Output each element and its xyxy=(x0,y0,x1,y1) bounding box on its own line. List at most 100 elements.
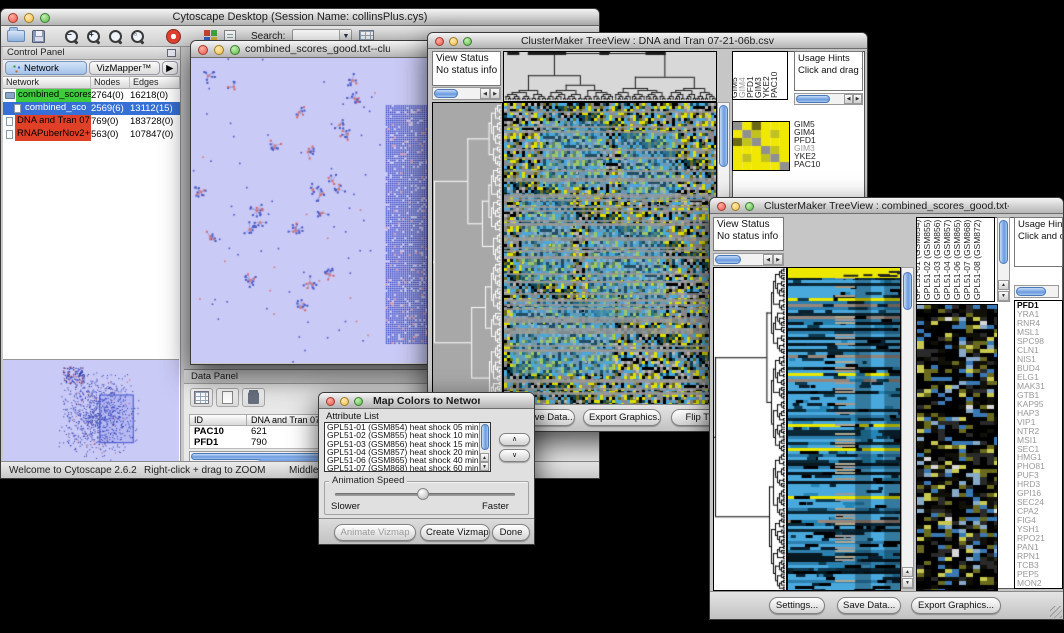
minimize-icon[interactable] xyxy=(731,202,740,211)
new-attribute-button[interactable] xyxy=(216,388,239,407)
scroll-right-icon[interactable]: ▶ xyxy=(853,94,862,104)
scroll-left-icon[interactable]: ◀ xyxy=(844,94,853,104)
minimize-icon[interactable] xyxy=(340,397,349,406)
tv1-row-dendrogram[interactable] xyxy=(432,102,503,406)
float-panel-icon[interactable] xyxy=(167,49,176,57)
network-tab-icon xyxy=(12,64,21,73)
tv1-column-dendrogram[interactable] xyxy=(503,51,717,102)
tv2-usage-hints: Usage HintsClick and drag xyxy=(1014,217,1063,267)
network-row[interactable]: DNA and Tran 07769(0)183728(0) xyxy=(3,115,180,128)
create-vizmap-button[interactable]: Create Vizmap xyxy=(420,524,490,541)
close-icon[interactable] xyxy=(8,13,18,23)
tv2-status-hscroll[interactable]: ◀ ▶ xyxy=(713,253,784,266)
tv2-vscroll[interactable]: ▲ ▼ xyxy=(901,267,914,589)
tab-network[interactable]: Network xyxy=(5,61,87,75)
zoom-fit-icon[interactable]: ▫ xyxy=(130,29,145,44)
main-titlebar[interactable]: Cytoscape Desktop (Session Name: collins… xyxy=(1,9,599,26)
network-row[interactable]: combined_scores2764(0)16218(0) xyxy=(3,89,180,102)
zoom-selected-icon[interactable] xyxy=(108,29,123,44)
attribute-table-button[interactable] xyxy=(190,388,213,407)
speed-slider-thumb[interactable] xyxy=(417,488,429,500)
col-label: GPL51-03 (GSM856) xyxy=(933,220,942,300)
gene-label[interactable]: MON2 xyxy=(1015,579,1062,588)
move-down-button[interactable]: ∨ xyxy=(499,449,530,462)
col-label: GPL51-08 (GSM872) xyxy=(973,220,982,300)
minimize-icon[interactable] xyxy=(449,37,458,46)
document-icon xyxy=(222,391,233,404)
save-data-button[interactable]: Save Data... xyxy=(837,597,901,614)
delete-attribute-button[interactable] xyxy=(242,388,265,407)
tv1-correlation-matrix[interactable] xyxy=(732,121,790,171)
tab-vizmapper[interactable]: VizMapper™ xyxy=(89,61,160,75)
scroll-left-icon[interactable]: ◀ xyxy=(763,254,773,265)
control-panel-header: Control Panel xyxy=(3,47,180,60)
settings-button[interactable]: Settings... xyxy=(769,597,825,614)
network-table: combined_scores2764(0)16218(0)combined_s… xyxy=(3,89,180,141)
zoom-window-icon[interactable] xyxy=(745,202,754,211)
dialog-footer: Animate VizmapCreate VizmapDone xyxy=(319,518,534,544)
tab-more-button[interactable]: ▶ xyxy=(162,61,178,75)
zoom-window-icon[interactable] xyxy=(354,397,363,406)
tv1-status-hscroll[interactable]: ◀ ▶ xyxy=(432,87,501,100)
tv2-gene-list: PFD1YRA1RNR4MSL1SPC98CLN1NIS1BUD4ELG1MAK… xyxy=(1014,300,1063,589)
main-window-title: Cytoscape Desktop (Session Name: collins… xyxy=(55,11,545,23)
network-overview-thumbnail[interactable] xyxy=(3,359,179,466)
export-graphics-button[interactable]: Export Graphics... xyxy=(911,597,1001,614)
tv2-zoom-heatmap[interactable] xyxy=(916,304,998,591)
minimize-icon[interactable] xyxy=(214,45,224,55)
tv1-heatmap[interactable] xyxy=(503,102,717,406)
attribute-item[interactable]: GPL51-07 (GSM868) heat shock 60 min xyxy=(325,464,490,472)
export-graphics-button[interactable]: Export Graphics... xyxy=(583,409,661,426)
tv2-hints-hscroll[interactable] xyxy=(1014,285,1059,298)
network-row[interactable]: RNAPuberNov2+I563(0)107847(0) xyxy=(3,128,180,141)
scroll-up-icon[interactable]: ▲ xyxy=(998,280,1009,290)
tv1-row-labels: GIM5GIM4PFD1GIM3YKE2PAC10 xyxy=(794,120,862,172)
doc-icon xyxy=(14,104,21,113)
dialog-titlebar[interactable]: Map Colors to Network xyxy=(319,393,534,409)
treeview1-titlebar[interactable]: ClusterMaker TreeView : DNA and Tran 07-… xyxy=(428,33,867,49)
close-icon[interactable] xyxy=(198,45,208,55)
zoom-window-icon[interactable] xyxy=(230,45,240,55)
zoom-out-icon[interactable]: − xyxy=(64,29,79,44)
doc-icon xyxy=(6,117,13,126)
close-icon[interactable] xyxy=(435,37,444,46)
scroll-down-icon[interactable]: ▼ xyxy=(480,462,489,471)
done-button[interactable]: Done xyxy=(492,524,530,541)
network-view-titlebar[interactable]: combined_scores_good.txt--cluste... xyxy=(191,41,444,58)
scroll-right-icon[interactable]: ▶ xyxy=(773,254,783,265)
tv1-column-labels: GIM5GIM4PFD1GIM3YKE2PAC10 xyxy=(732,51,788,100)
close-icon[interactable] xyxy=(717,202,726,211)
treeview2-titlebar[interactable]: ClusterMaker TreeView : combined_scores_… xyxy=(710,198,1063,214)
control-panel-tabs: Network VizMapper™ ▶ xyxy=(3,60,180,77)
zoom-window-icon[interactable] xyxy=(463,37,472,46)
network-row[interactable]: combined_sco2569(6)13112(15) xyxy=(3,102,180,115)
help-lifering-icon[interactable] xyxy=(166,29,181,44)
open-file-icon[interactable] xyxy=(7,30,25,42)
attribute-list-label: Attribute List xyxy=(326,411,379,422)
tv2-labels-vscroll[interactable]: ▲ ▼ xyxy=(997,217,1010,302)
col-label: GPL51-04 (GSM857) xyxy=(943,220,952,300)
close-icon[interactable] xyxy=(326,397,335,406)
slower-label: Slower xyxy=(331,501,360,512)
animate-vizmap-button[interactable]: Animate Vizmap xyxy=(334,524,416,541)
tv1-hints-hscroll[interactable]: ◀ ▶ xyxy=(794,93,863,105)
tv1-view-status: View StatusNo status info f xyxy=(432,51,501,86)
zoom-window-icon[interactable] xyxy=(40,13,50,23)
dialog-title: Map Colors to Network xyxy=(373,395,480,407)
network-canvas[interactable] xyxy=(191,58,444,363)
scroll-down-icon[interactable]: ▼ xyxy=(902,578,913,588)
tv2-row-dendrogram[interactable] xyxy=(713,267,787,591)
scroll-up-icon[interactable]: ▲ xyxy=(902,567,913,577)
scroll-down-icon[interactable]: ▼ xyxy=(998,291,1009,301)
attribute-list-vscroll[interactable]: ▲ ▼ xyxy=(479,423,490,471)
move-up-button[interactable]: ∧ xyxy=(499,433,530,446)
zoom-in-icon[interactable]: + xyxy=(86,29,101,44)
animation-speed-label: Animation Speed xyxy=(329,475,407,486)
scroll-up-icon[interactable]: ▲ xyxy=(480,453,489,462)
scroll-right-icon[interactable]: ▶ xyxy=(490,88,500,99)
minimize-icon[interactable] xyxy=(24,13,34,23)
scroll-left-icon[interactable]: ◀ xyxy=(480,88,490,99)
resize-grip[interactable] xyxy=(1050,606,1062,618)
tv2-heatmap[interactable] xyxy=(787,267,901,591)
save-icon[interactable] xyxy=(32,30,45,43)
